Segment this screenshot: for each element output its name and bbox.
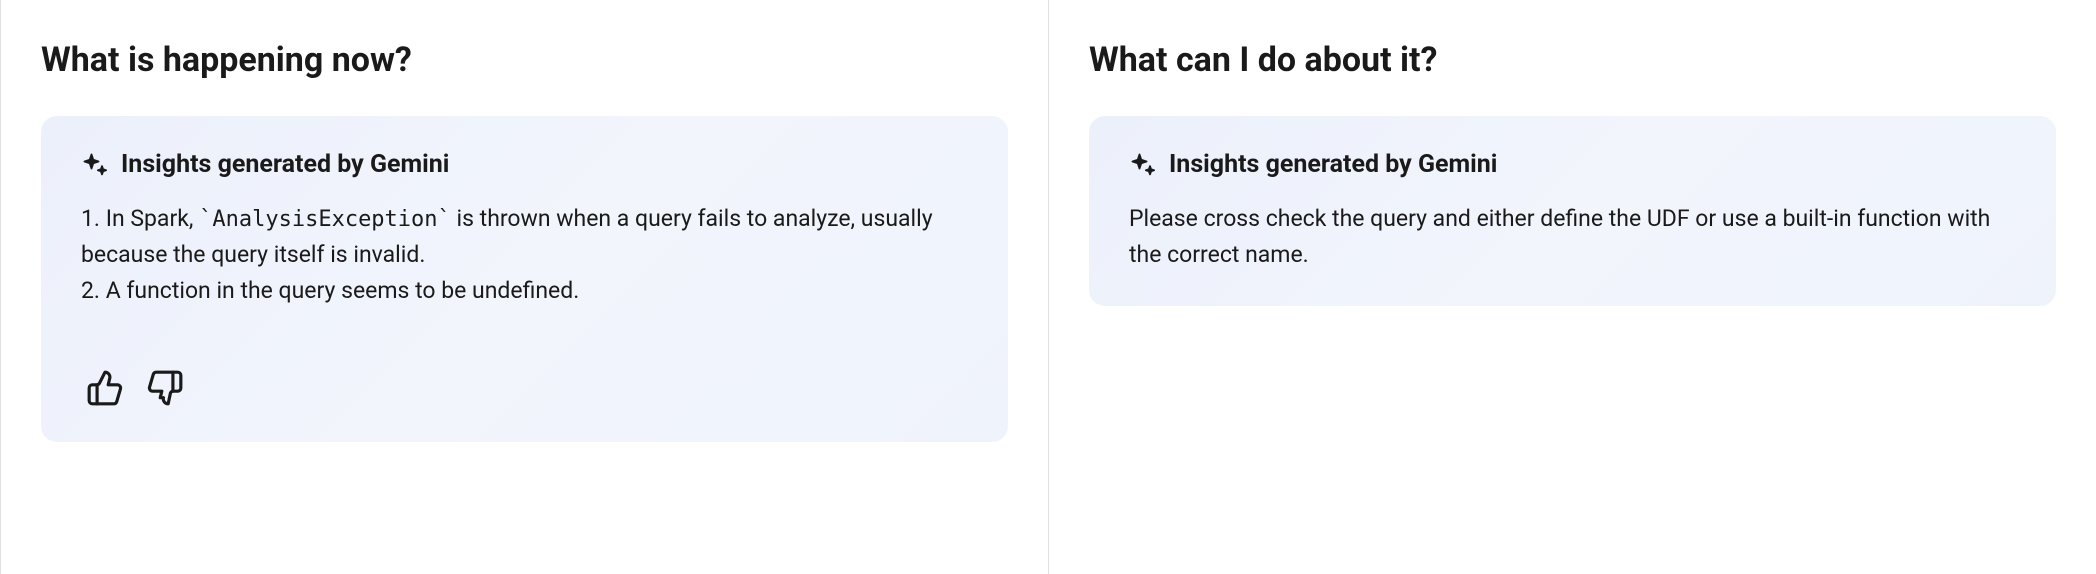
insight-header-title: Insights generated by Gemini <box>121 150 449 179</box>
what-to-do-insight-card: Insights generated by Gemini Please cros… <box>1089 116 2056 306</box>
insight-body-text: Please cross check the query and either … <box>1129 205 1990 268</box>
insight-body: 1. In Spark, `AnalysisException` is thro… <box>81 201 968 308</box>
feedback-row <box>81 368 968 408</box>
thumbs-up-icon <box>86 369 124 407</box>
what-to-do-title: What can I do about it? <box>1089 40 2056 80</box>
thumbs-down-button[interactable] <box>145 368 185 408</box>
insight-line-1-code: `AnalysisException` <box>199 207 451 232</box>
thumbs-down-icon <box>146 369 184 407</box>
insight-header: Insights generated by Gemini <box>1129 150 2016 179</box>
happening-now-insight-card: Insights generated by Gemini 1. In Spark… <box>41 116 1008 442</box>
insight-header: Insights generated by Gemini <box>81 150 968 179</box>
happening-now-title: What is happening now? <box>41 40 1008 80</box>
thumbs-up-button[interactable] <box>85 368 125 408</box>
sparkle-icon <box>1129 151 1157 179</box>
insight-line-2: 2. A function in the query seems to be u… <box>81 273 968 309</box>
happening-now-column: What is happening now? Insights generate… <box>0 0 1048 574</box>
sparkle-icon <box>81 151 109 179</box>
insight-header-title: Insights generated by Gemini <box>1169 150 1497 179</box>
insight-line-1: 1. In Spark, `AnalysisException` is thro… <box>81 201 968 273</box>
insight-line-1-prefix: 1. In Spark, <box>81 205 199 232</box>
insight-body: Please cross check the query and either … <box>1129 201 2016 272</box>
what-to-do-column: What can I do about it? Insights generat… <box>1048 0 2096 574</box>
